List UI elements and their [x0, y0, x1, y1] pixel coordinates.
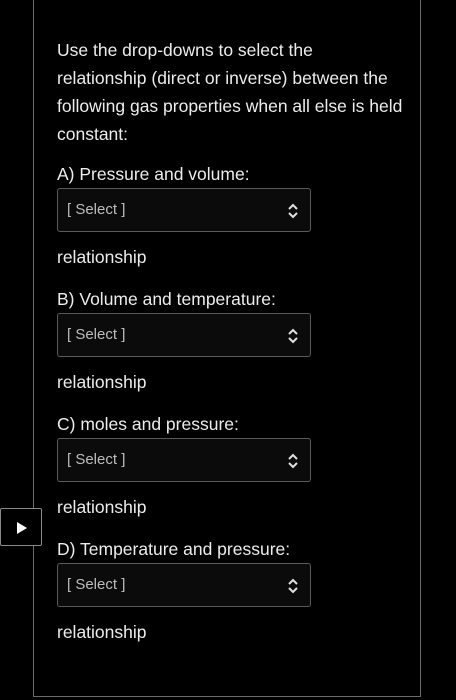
item-d-suffix: relationship — [57, 622, 147, 642]
item-a-label: A) Pressure and volume: — [57, 164, 250, 184]
item-c-select-value: [ Select ] — [67, 451, 126, 468]
item-b-label: B) Volume and temperature: — [57, 289, 276, 309]
item-a-select[interactable]: [ Select ] — [57, 188, 311, 232]
item-b-select-value: [ Select ] — [67, 326, 126, 343]
item-d-select-value: [ Select ] — [67, 576, 126, 593]
item-a-select-value: [ Select ] — [67, 201, 126, 218]
play-button[interactable] — [0, 508, 42, 546]
item-a-suffix: relationship — [57, 247, 147, 267]
item-d-select[interactable]: [ Select ] — [57, 563, 311, 607]
chevron-up-down-icon — [288, 203, 298, 219]
item-c-suffix: relationship — [57, 497, 147, 517]
chevron-up-down-icon — [288, 578, 298, 594]
chevron-up-down-icon — [288, 453, 298, 469]
item-b-suffix: relationship — [57, 372, 147, 392]
item-c-select[interactable]: [ Select ] — [57, 438, 311, 482]
item-b-select[interactable]: [ Select ] — [57, 313, 311, 357]
question-prompt: Use the drop-downs to select the relatio… — [57, 40, 403, 144]
play-icon — [17, 522, 27, 534]
chevron-up-down-icon — [288, 328, 298, 344]
item-d-label: D) Temperature and pressure: — [57, 539, 291, 559]
item-c-label: C) moles and pressure: — [57, 414, 239, 434]
